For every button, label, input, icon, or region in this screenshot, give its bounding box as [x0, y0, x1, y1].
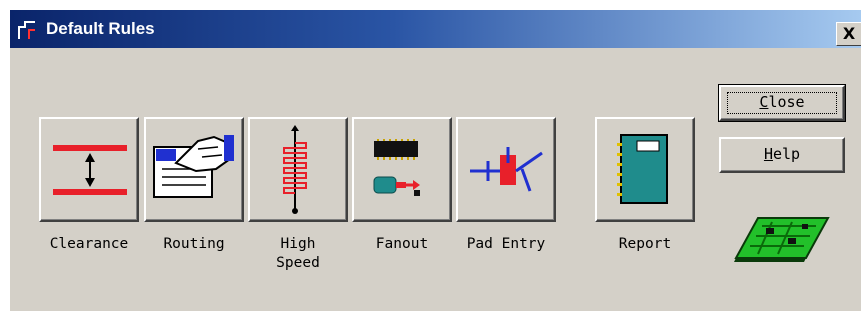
pad-entry-label: Pad Entry: [466, 236, 546, 252]
routing-label: Routing: [163, 236, 225, 252]
routing-icon: [153, 135, 234, 198]
help-button[interactable]: Help: [719, 137, 845, 173]
fanout-button[interactable]: [352, 117, 452, 222]
window-title: Default Rules: [46, 19, 155, 38]
pad-entry-icon: [470, 147, 543, 192]
close-icon: X: [842, 24, 856, 43]
pad-entry-button[interactable]: [456, 117, 556, 222]
clearance-button[interactable]: [39, 117, 139, 222]
close-button-label: Close: [759, 93, 805, 111]
fanout-icon: [373, 139, 420, 196]
report-label: Report: [618, 236, 672, 252]
title-bar[interactable]: Default Rules X: [10, 10, 861, 48]
help-mnemonic: H: [763, 145, 773, 163]
report-icon: [617, 134, 668, 204]
close-button[interactable]: Close: [718, 84, 846, 122]
fanout-label: Fanout: [375, 236, 429, 252]
high-speed-icon: [283, 125, 307, 214]
routing-button[interactable]: [144, 117, 244, 222]
app-icon: [18, 21, 35, 39]
high-speed-button[interactable]: [248, 117, 348, 222]
report-button[interactable]: [595, 117, 695, 222]
close-mnemonic: C: [759, 93, 769, 111]
pcb-board-icon: [734, 217, 830, 262]
close-window-button[interactable]: X: [836, 22, 861, 46]
clearance-icon: [53, 145, 127, 195]
default-rules-dialog: Default Rules X Clearance Routing High S…: [9, 9, 861, 311]
high-speed-label: High Speed: [276, 236, 320, 271]
help-button-label: Help: [763, 145, 801, 163]
clearance-label: Clearance: [49, 236, 129, 252]
